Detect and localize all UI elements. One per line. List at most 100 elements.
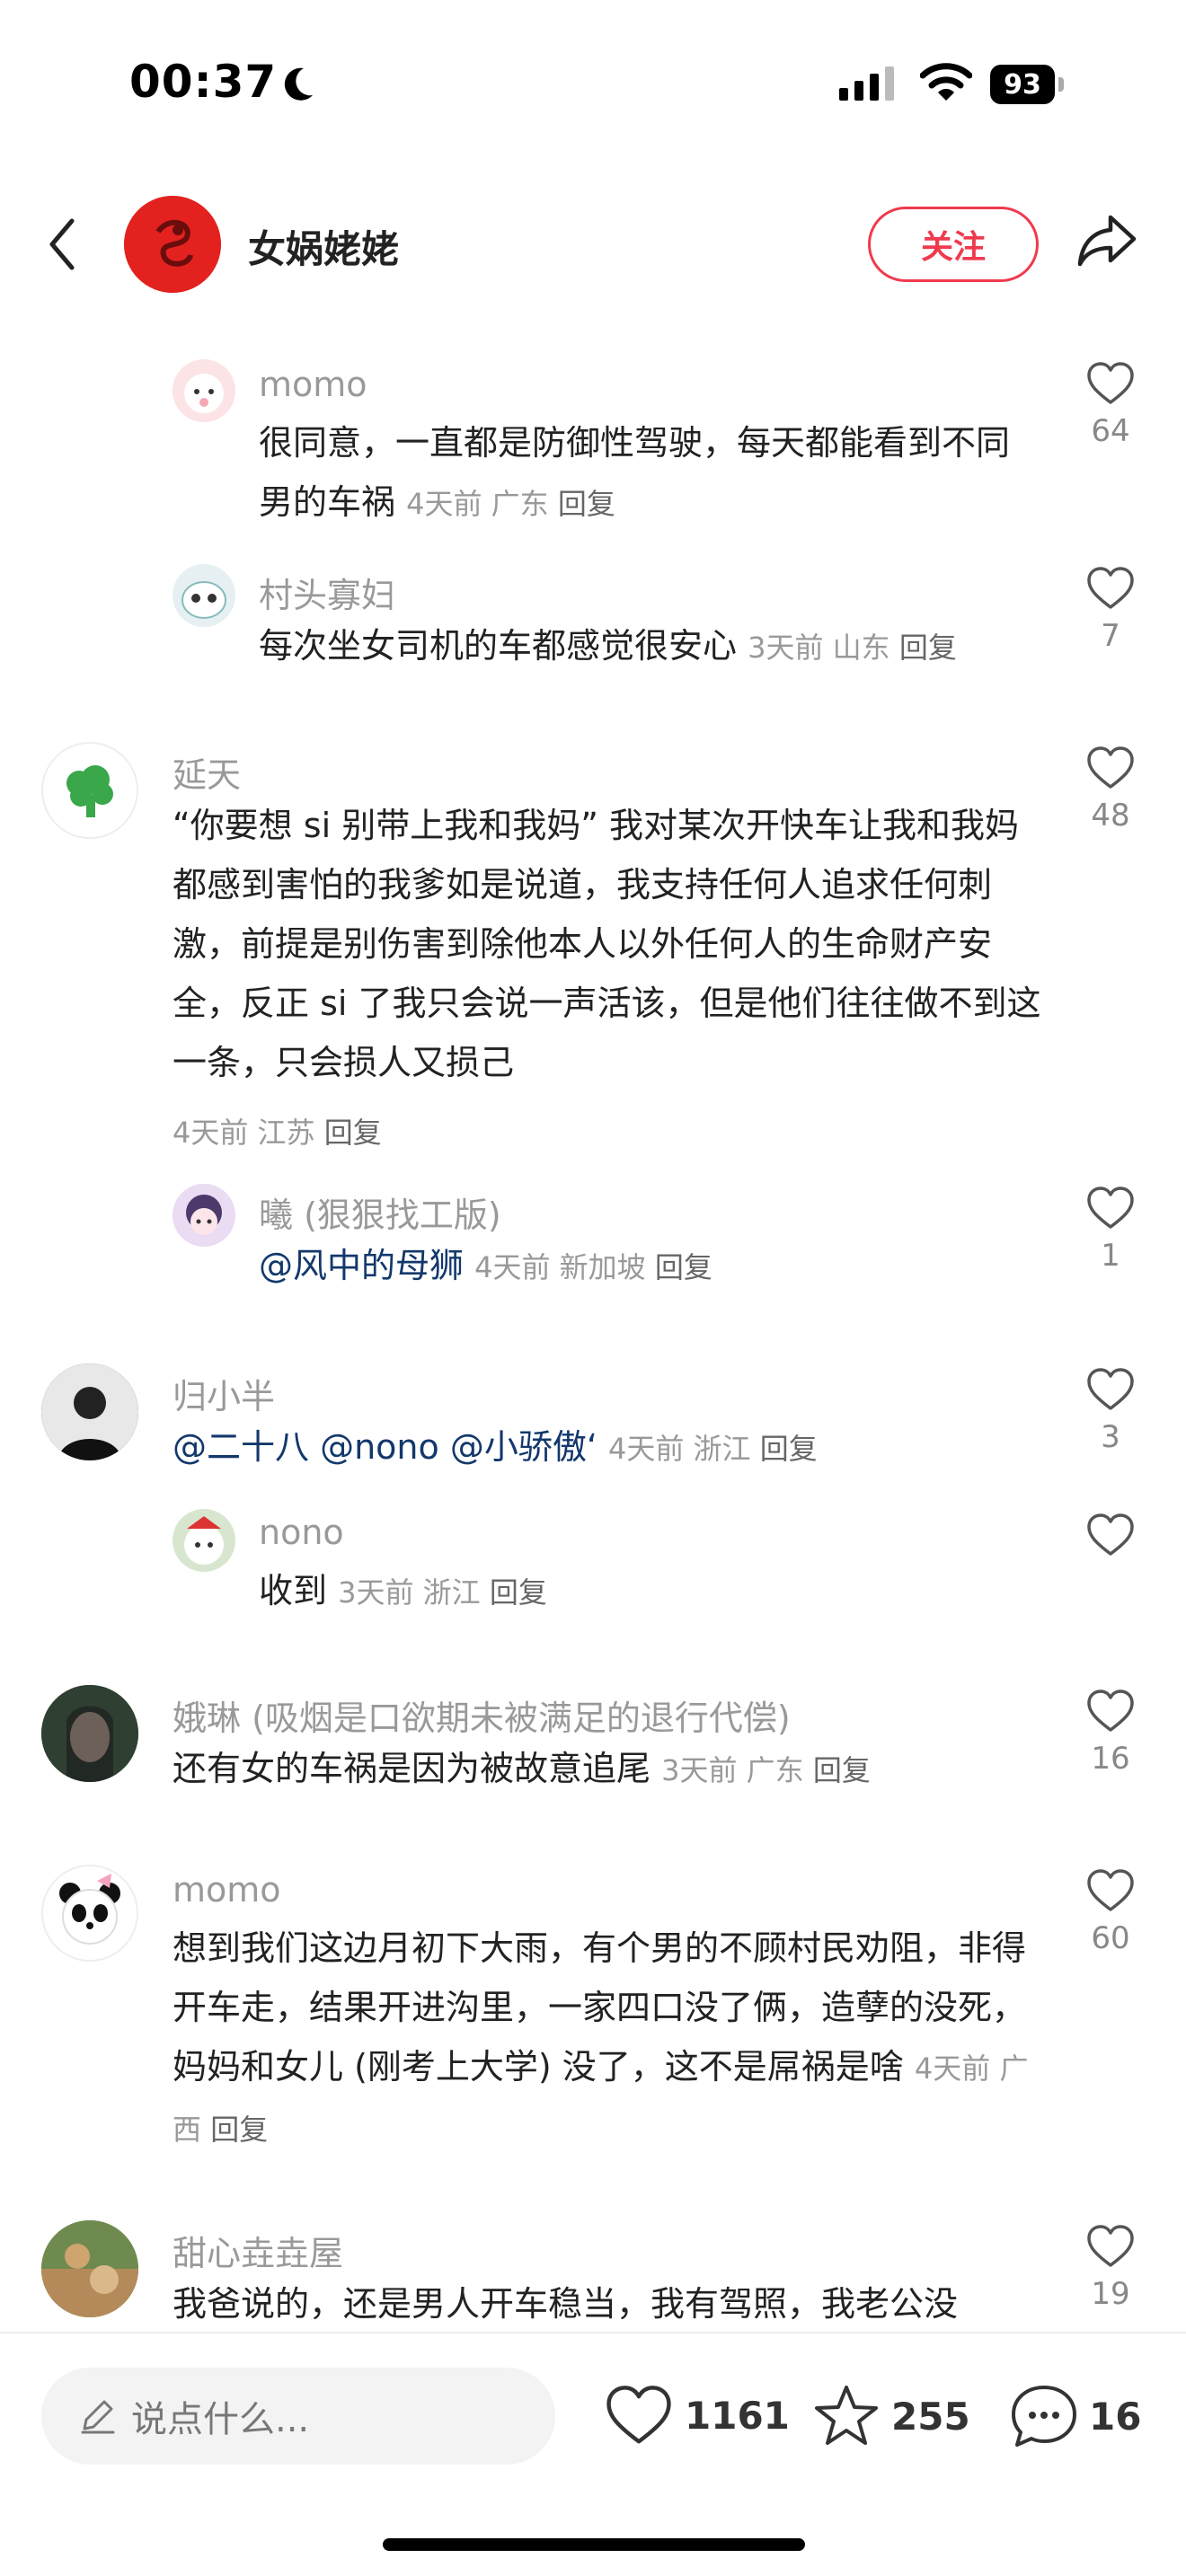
comments-button[interactable]: 16 — [1010, 2384, 1141, 2448]
comment-author[interactable]: 娥琳 (吸烟是口欲期未被满足的退行代偿) — [173, 1690, 791, 1740]
heart-icon — [1087, 746, 1134, 789]
reply-link[interactable]: 回复 — [760, 1432, 818, 1466]
comment-text: 每次坐女司机的车都感觉很安心 3天前 山东 回复 — [259, 616, 1040, 677]
share-icon[interactable] — [1075, 212, 1139, 269]
reply-link[interactable]: 回复 — [210, 2113, 268, 2147]
pencil-icon — [81, 2400, 115, 2434]
like-count: 48 — [1091, 798, 1130, 834]
reply-link[interactable]: 回复 — [324, 1116, 382, 1150]
comment-text: 收到 3天前 浙江 回复 — [259, 1561, 1040, 1622]
like-count: 16 — [1091, 1741, 1130, 1777]
heart-icon — [1087, 1689, 1134, 1732]
comment-text: @风中的母狮 4天前 新加坡 回复 — [259, 1236, 1040, 1297]
comment-author[interactable]: 曦 (狠狠找工版) — [259, 1187, 501, 1237]
comment-author[interactable]: momo — [259, 365, 367, 404]
comment-icon — [1012, 2386, 1076, 2447]
battery-tip — [1058, 77, 1064, 92]
comment-meta: 4天前 浙江 回复 — [608, 1432, 818, 1466]
like-total: 1161 — [685, 2393, 790, 2438]
author-name[interactable]: 女娲姥姥 — [248, 219, 399, 274]
star-icon — [815, 2386, 878, 2445]
heart-icon — [1087, 1368, 1134, 1410]
comment-like-button[interactable]: 19 — [1075, 2224, 1146, 2312]
avatar[interactable] — [173, 564, 235, 627]
comment-author[interactable]: momo — [173, 1870, 281, 1910]
comment-total: 16 — [1089, 2394, 1142, 2439]
comment-author[interactable]: nono — [259, 1513, 344, 1552]
comment-like-button[interactable]: 1 — [1075, 1186, 1146, 1274]
like-count: 64 — [1091, 413, 1130, 449]
comment-author[interactable]: 归小半 — [173, 1369, 275, 1418]
comment-like-button[interactable]: 64 — [1075, 361, 1146, 449]
reply-link[interactable]: 回复 — [655, 1250, 712, 1284]
comment-like-button[interactable] — [1075, 1513, 1146, 1557]
heart-icon — [1087, 362, 1134, 404]
heart-icon — [1087, 2225, 1134, 2267]
author-avatar[interactable] — [124, 196, 221, 293]
comment-text: 还有女的车祸是因为被故意追尾 3天前 广东 回复 — [173, 1739, 1044, 1800]
comment-text: 很同意，一直都是防御性驾驶，每天都能看到不同男的车祸 4天前 广东 回复 — [259, 413, 1040, 534]
avatar[interactable] — [41, 1363, 138, 1460]
comment-body: 每次坐女司机的车都感觉很安心 — [259, 626, 738, 666]
comment-like-button[interactable]: 7 — [1075, 566, 1146, 654]
comment-author[interactable]: 甜心垚垚屋 — [173, 2226, 343, 2275]
heart-icon — [1087, 567, 1134, 609]
comment-text: “你要想 si 别带上我和我妈” 我对某次开快车让我和我妈都感到害怕的我爹如是说… — [173, 806, 1041, 1082]
collect-total: 255 — [891, 2394, 970, 2439]
status-time: 00:37 — [129, 56, 278, 108]
like-count: 1 — [1101, 1238, 1120, 1274]
comment-author[interactable]: 村头寡妇 — [259, 568, 395, 617]
heart-icon — [1087, 1869, 1134, 1911]
like-count: 7 — [1101, 618, 1120, 654]
comment-body: 收到 — [259, 1571, 328, 1610]
comment-author[interactable]: 延天 — [173, 747, 241, 797]
avatar[interactable] — [173, 359, 235, 422]
signal-icon — [839, 66, 894, 101]
comment-text: @二十八 @nono @小骄傲‘ 4天前 浙江 回复 — [173, 1417, 1044, 1478]
comment-meta: 4天前 江苏 回复 — [173, 1116, 382, 1150]
avatar[interactable] — [41, 2220, 138, 2317]
comment-like-button[interactable]: 3 — [1075, 1367, 1146, 1455]
wifi-icon — [920, 63, 972, 101]
like-count: 3 — [1101, 1419, 1120, 1455]
comment-meta: 4天前 新加坡 回复 — [474, 1250, 712, 1284]
like-count: 19 — [1091, 2276, 1130, 2312]
reply-link[interactable]: 回复 — [899, 631, 957, 665]
avatar[interactable] — [173, 1509, 235, 1572]
comment-input[interactable]: 说点什么... — [41, 2368, 555, 2465]
heart-icon — [606, 2386, 671, 2444]
home-indicator — [383, 2538, 805, 2551]
mention-link[interactable]: @二十八 @nono @小骄傲‘ — [173, 1427, 597, 1467]
comment-meta: 3天前 浙江 回复 — [338, 1575, 547, 1610]
reply-link[interactable]: 回复 — [490, 1575, 547, 1610]
author-avatar-art — [124, 196, 221, 293]
avatar[interactable] — [41, 1685, 138, 1782]
comment-like-button[interactable]: 16 — [1075, 1689, 1146, 1777]
like-count: 60 — [1091, 1920, 1130, 1956]
comment-body: 还有女的车祸是因为被故意追尾 — [173, 1749, 651, 1788]
comment-input-placeholder: 说点什么... — [131, 2399, 310, 2440]
comment-like-button[interactable]: 48 — [1075, 745, 1146, 834]
like-button[interactable]: 1161 — [604, 2384, 790, 2447]
comment-meta: 3天前 山东 回复 — [748, 631, 957, 665]
comment-like-button[interactable]: 60 — [1075, 1868, 1146, 1956]
heart-icon — [1087, 1187, 1134, 1229]
comment-meta: 4天前 广东 回复 — [406, 487, 615, 521]
reply-link[interactable]: 回复 — [813, 1753, 871, 1787]
comment-text: 想到我们这边月初下大雨，有个男的不顾村民劝阻，非得开车走，结果开进沟里，一家四口… — [173, 1919, 1044, 2159]
battery-indicator: 93 — [990, 65, 1055, 104]
bottom-divider — [0, 2332, 1186, 2333]
heart-icon — [1087, 1513, 1134, 1556]
moon-icon — [284, 67, 313, 101]
comment-meta: 3天前 广东 回复 — [661, 1753, 871, 1787]
follow-button[interactable]: 关注 — [868, 207, 1039, 282]
comment-body: 很同意，一直都是防御性驾驶，每天都能看到不同男的车祸 — [259, 423, 1011, 522]
reply-link[interactable]: 回复 — [558, 487, 615, 521]
avatar[interactable] — [41, 742, 138, 839]
avatar[interactable] — [41, 1865, 138, 1962]
collect-button[interactable]: 255 — [812, 2384, 970, 2448]
mention-link[interactable]: @风中的母狮 — [259, 1246, 464, 1285]
avatar[interactable] — [173, 1184, 235, 1247]
comment-body: 想到我们这边月初下大雨，有个男的不顾村民劝阻，非得开车走，结果开进沟里，一家四口… — [173, 1928, 1027, 2086]
back-icon[interactable] — [45, 216, 81, 273]
